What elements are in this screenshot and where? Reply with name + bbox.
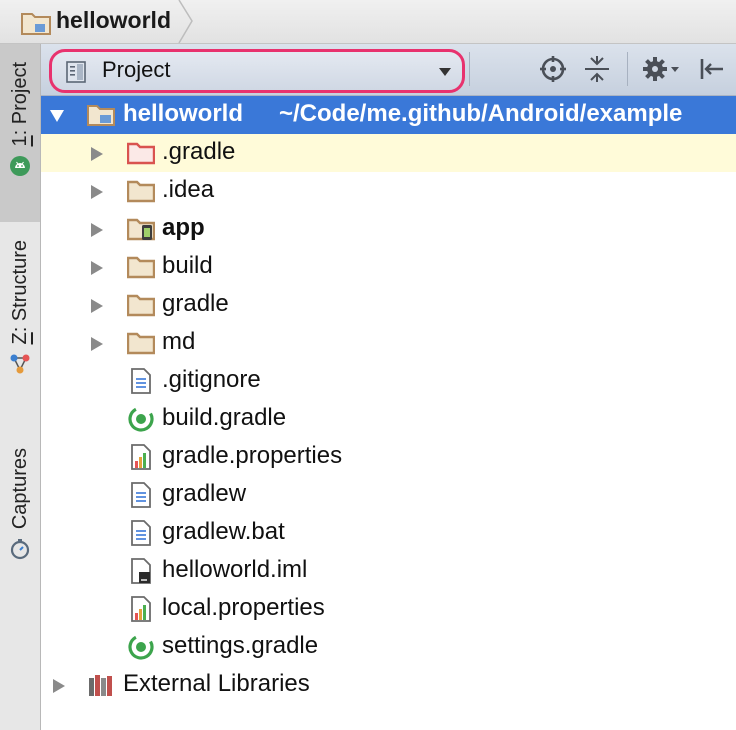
folder-excluded-icon xyxy=(127,142,155,165)
tab-captures[interactable]: Captures xyxy=(0,442,40,592)
tree-item-label: gradle.properties xyxy=(162,442,343,469)
tree-item-label: build xyxy=(162,252,213,279)
header-divider xyxy=(627,52,628,86)
breadcrumb-separator xyxy=(178,0,193,43)
tree-item-gradlew[interactable]: gradlew xyxy=(41,476,736,514)
collapsed-arrow-icon[interactable] xyxy=(89,184,105,200)
tree-item-label: .gradle xyxy=(162,138,236,165)
folder-icon xyxy=(127,180,155,203)
tree-item-app[interactable]: app xyxy=(41,210,736,248)
tree-item-label: app xyxy=(162,214,205,241)
header-divider xyxy=(469,52,470,86)
tool-window-stripe: 1: Project Z: Structure Captures xyxy=(0,44,41,730)
breadcrumb-label: helloworld xyxy=(56,7,171,33)
android-icon xyxy=(10,156,30,177)
tree-item-external-libraries[interactable]: External Libraries xyxy=(41,666,736,704)
navigation-bar: helloworld xyxy=(0,0,736,44)
tool-window-header: Project xyxy=(41,44,736,96)
collapsed-arrow-icon[interactable] xyxy=(89,222,105,238)
tab-structure[interactable]: Z: Structure xyxy=(0,234,40,454)
collapsed-arrow-icon[interactable] xyxy=(89,336,105,352)
tree-item-gradle-properties[interactable]: gradle.properties xyxy=(41,438,736,476)
tab-project-label: 1: Project xyxy=(8,62,31,147)
text-file-icon xyxy=(131,482,151,508)
tree-item-md[interactable]: md xyxy=(41,324,736,362)
tree-item-local-properties[interactable]: local.properties xyxy=(41,590,736,628)
chevron-down-icon xyxy=(439,68,451,76)
tree-item-build-gradle[interactable]: build.gradle xyxy=(41,400,736,438)
folder-icon xyxy=(127,332,155,355)
tree-item-build[interactable]: build xyxy=(41,248,736,286)
project-folder-icon xyxy=(87,105,115,126)
tab-captures-label: Captures xyxy=(8,448,31,530)
tree-item-idea[interactable]: .idea xyxy=(41,172,736,210)
tree-item-gradle-dir[interactable]: .gradle xyxy=(41,134,736,172)
tree-item-label: .gitignore xyxy=(162,366,261,393)
tree-root-path: ~/Code/me.github/Android/example xyxy=(279,100,683,127)
tree-item-label: gradle xyxy=(162,290,229,317)
collapsed-arrow-icon[interactable] xyxy=(89,298,105,314)
tree-item-settings-gradle[interactable]: settings.gradle xyxy=(41,628,736,666)
expanded-arrow-icon[interactable] xyxy=(49,108,65,124)
structure-icon xyxy=(10,354,30,374)
tab-project[interactable]: 1: Project xyxy=(0,44,40,222)
library-icon xyxy=(89,675,112,696)
project-view-icon xyxy=(66,61,86,83)
breadcrumb-project[interactable]: helloworld xyxy=(0,0,193,43)
tree-item-label: .idea xyxy=(162,176,215,203)
tree-item-label: build.gradle xyxy=(162,404,287,431)
project-folder-icon xyxy=(21,13,51,35)
properties-file-icon xyxy=(131,596,151,622)
collapsed-arrow-icon[interactable] xyxy=(51,678,67,694)
collapsed-arrow-icon[interactable] xyxy=(89,260,105,276)
tree-item-gitignore[interactable]: .gitignore xyxy=(41,362,736,400)
view-mode-dropdown[interactable]: Project xyxy=(49,49,465,93)
folder-icon xyxy=(127,256,155,279)
tree-item-iml[interactable]: helloworld.iml xyxy=(41,552,736,590)
properties-file-icon xyxy=(131,444,151,470)
scroll-from-source-icon[interactable] xyxy=(537,54,569,84)
tree-item-label: External Libraries xyxy=(123,670,310,697)
collapse-all-icon[interactable] xyxy=(581,54,613,84)
tree-item-label: local.properties xyxy=(162,594,325,621)
tree-item-gradlew-bat[interactable]: gradlew.bat xyxy=(41,514,736,552)
folder-icon xyxy=(127,294,155,317)
tree-item-label: gradlew xyxy=(162,480,247,507)
collapsed-arrow-icon[interactable] xyxy=(89,146,105,162)
tree-item-label: settings.gradle xyxy=(162,632,319,659)
tree-item-label: md xyxy=(162,328,196,355)
tree-item-label: gradlew.bat xyxy=(162,518,285,545)
iml-file-icon xyxy=(131,558,151,584)
view-mode-label: Project xyxy=(102,57,171,82)
tree-item-label: helloworld.iml xyxy=(162,556,308,583)
tree-root-label: helloworld xyxy=(123,100,243,127)
gradle-file-icon xyxy=(128,634,154,660)
text-file-icon xyxy=(131,368,151,394)
android-module-icon xyxy=(127,218,155,241)
captures-icon xyxy=(10,539,30,560)
tree-root-row[interactable]: helloworld ~/Code/me.github/Android/exam… xyxy=(41,96,736,134)
hide-tool-window-icon[interactable] xyxy=(695,54,727,84)
tree-item-gradle[interactable]: gradle xyxy=(41,286,736,324)
text-file-icon xyxy=(131,520,151,546)
tab-structure-label: Z: Structure xyxy=(8,240,31,345)
gear-icon[interactable] xyxy=(641,54,681,84)
gradle-file-icon xyxy=(128,406,154,432)
